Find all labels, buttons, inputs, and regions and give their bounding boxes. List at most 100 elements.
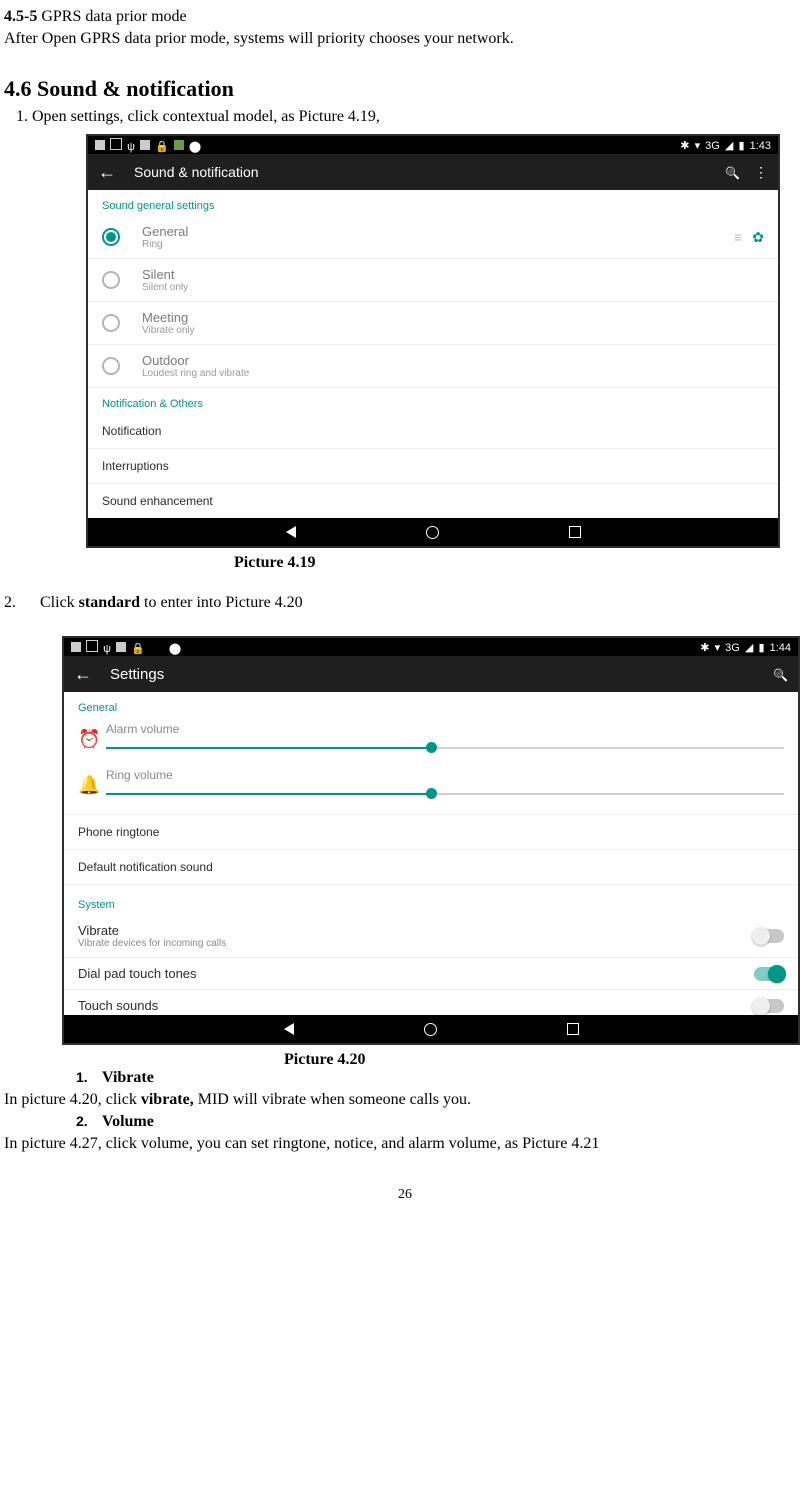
network-label: 3G (725, 642, 740, 654)
dialpad-toggle[interactable] (754, 967, 784, 981)
radio-icon[interactable] (102, 314, 120, 332)
step-1: 1. Open settings, click contextual model… (16, 108, 806, 126)
search-icon[interactable] (773, 666, 788, 682)
battery-icon: ▮ (758, 641, 764, 654)
profile-sub: Silent only (142, 282, 188, 293)
screenshot-419: ψ 🔒 ⬤ ✱ ▾ 3G ◢ ▮ 1:43 ← Sound & notifica… (86, 134, 780, 548)
heading-455: 4.5-5 GPRS data prior mode (4, 8, 806, 26)
caption-419: Picture 4.19 (234, 554, 806, 572)
profile-sub: Vibrate only (142, 325, 195, 336)
nav-bar (64, 1015, 798, 1043)
row-notification[interactable]: Notification (88, 414, 778, 449)
lock-icon: 🔒 (131, 642, 145, 655)
paragraph-455: After Open GPRS data prior mode, systems… (4, 30, 806, 48)
bell-icon: 🔔 (78, 775, 106, 796)
signal-icon: ◢ (745, 641, 753, 654)
heading-46: 4.6 Sound & notification (4, 76, 806, 102)
alarm-volume-row[interactable]: ⏰ Alarm volume (64, 718, 798, 764)
back-icon[interactable]: ← (74, 664, 92, 685)
gear-icon[interactable]: ✿ (752, 229, 764, 246)
profile-title: Silent (142, 267, 188, 282)
equalizer-icon[interactable]: ≡ (734, 229, 742, 245)
page-number: 26 (4, 1187, 806, 1203)
touch-sounds-toggle[interactable] (754, 999, 784, 1013)
radio-icon[interactable] (102, 271, 120, 289)
status-icon (110, 138, 122, 150)
caption-420: Picture 4.20 (284, 1051, 806, 1069)
row-phone-ringtone[interactable]: Phone ringtone (64, 815, 798, 850)
screenshot-420: ψ 🔒 ⬤ ✱ ▾ 3G ◢ ▮ 1:44 ← Settings General… (62, 636, 800, 1045)
wifi-icon: ▾ (695, 139, 701, 152)
app-bar: ← Sound & notification (88, 154, 778, 190)
row-vibrate[interactable]: Vibrate Vibrate devices for incoming cal… (64, 915, 798, 958)
status-icon (71, 642, 81, 652)
radio-icon[interactable] (102, 357, 120, 375)
network-label: 3G (705, 140, 720, 152)
alarm-volume-slider[interactable] (106, 740, 784, 756)
clock: 1:44 (770, 642, 791, 654)
signal-icon: ◢ (725, 139, 733, 152)
subitem-volume: 2. Volume (76, 1113, 806, 1131)
radio-icon[interactable] (102, 228, 120, 246)
status-bar: ψ 🔒 ⬤ ✱ ▾ 3G ◢ ▮ 1:43 (88, 136, 778, 154)
section-header-general: General (64, 692, 798, 718)
profile-title: General (142, 224, 188, 239)
back-icon[interactable]: ← (98, 162, 116, 183)
nav-bar (88, 518, 778, 546)
alarm-icon: ⏰ (78, 729, 106, 750)
volume-paragraph: In picture 4.27, click volume, you can s… (4, 1135, 806, 1153)
status-icon (116, 642, 126, 652)
profile-sub: Ring (142, 239, 188, 250)
section-header: Sound general settings (88, 190, 778, 216)
dialpad-label: Dial pad touch tones (78, 966, 197, 981)
profile-meeting[interactable]: Meeting Vibrate only (88, 302, 778, 345)
vibrate-paragraph: In picture 4.20, click vibrate, MID will… (4, 1091, 806, 1109)
row-dialpad-tones[interactable]: Dial pad touch tones (64, 958, 798, 990)
step-2: 2. Click standard to enter into Picture … (4, 594, 806, 612)
app-bar: ← Settings (64, 656, 798, 692)
ring-volume-row[interactable]: 🔔 Ring volume (64, 764, 798, 815)
touch-sounds-label: Touch sounds (78, 998, 158, 1013)
ring-volume-label: Ring volume (106, 768, 784, 782)
status-icon (140, 140, 150, 150)
profile-title: Outdoor (142, 353, 249, 368)
profile-outdoor[interactable]: Outdoor Loudest ring and vibrate (88, 345, 778, 388)
bug-icon: ⬤ (169, 642, 181, 655)
clock: 1:43 (750, 140, 771, 152)
wifi-icon: ▾ (715, 641, 721, 654)
nav-recent-icon[interactable] (567, 1023, 579, 1035)
section-header-system: System (64, 885, 798, 915)
appbar-title: Settings (110, 666, 759, 683)
nav-recent-icon[interactable] (569, 526, 581, 538)
status-icon (95, 140, 105, 150)
status-icon (86, 640, 98, 652)
row-touch-sounds[interactable]: Touch sounds (64, 990, 798, 1015)
profile-sub: Loudest ring and vibrate (142, 368, 249, 379)
nav-home-icon[interactable] (426, 526, 439, 539)
appbar-title: Sound & notification (134, 164, 711, 180)
profile-general[interactable]: General Ring ≡ ✿ (88, 216, 778, 259)
vibrate-title: Vibrate (78, 923, 226, 938)
section-header: Notification & Others (88, 388, 778, 414)
nav-back-icon[interactable] (284, 1023, 294, 1035)
alarm-volume-label: Alarm volume (106, 722, 784, 736)
bluetooth-icon: ✱ (680, 139, 689, 152)
row-sound-enhancement[interactable]: Sound enhancement (88, 484, 778, 518)
vibrate-sub: Vibrate devices for incoming calls (78, 938, 226, 949)
row-default-notification-sound[interactable]: Default notification sound (64, 850, 798, 885)
nav-back-icon[interactable] (286, 526, 296, 538)
search-icon[interactable] (725, 164, 740, 180)
row-interruptions[interactable]: Interruptions (88, 449, 778, 484)
profile-title: Meeting (142, 310, 195, 325)
status-icon: ψ (127, 141, 135, 153)
subitem-vibrate: 1. Vibrate (76, 1069, 806, 1087)
battery-icon: ▮ (738, 139, 744, 152)
nav-home-icon[interactable] (424, 1023, 437, 1036)
overflow-icon[interactable] (754, 164, 768, 181)
ring-volume-slider[interactable] (106, 786, 784, 802)
profile-silent[interactable]: Silent Silent only (88, 259, 778, 302)
vibrate-toggle[interactable] (754, 929, 784, 943)
bluetooth-icon: ✱ (700, 641, 709, 654)
status-bar: ψ 🔒 ⬤ ✱ ▾ 3G ◢ ▮ 1:44 (64, 638, 798, 656)
bug-icon: ⬤ (189, 140, 201, 153)
